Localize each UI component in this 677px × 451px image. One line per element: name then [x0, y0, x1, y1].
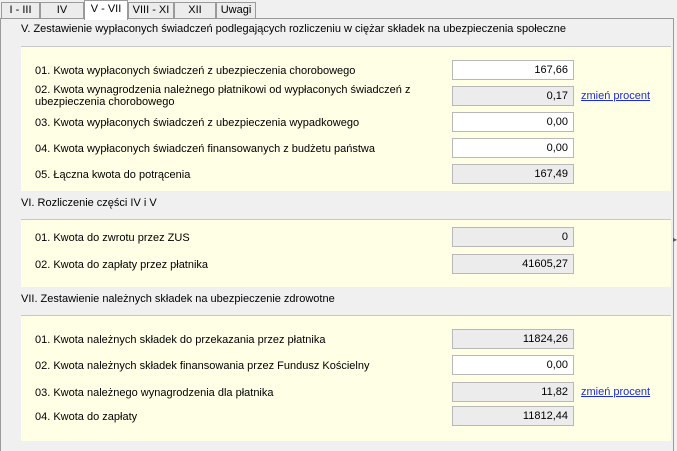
section-v-row-1-field[interactable]: 167,66 — [452, 60, 574, 80]
section-v-row-4-label: 04. Kwota wypłaconych świadczeń finansow… — [35, 143, 375, 155]
section-vii-row-3-field: 11,82 — [452, 382, 574, 402]
tab-bar: I - III IV V - VII VIII - XI XII Uwagi — [0, 0, 677, 20]
tab-panel: V. Zestawienie wypłaconych świadczeń pod… — [0, 18, 674, 451]
section-vii-row-2-label: 02. Kwota należnych składek finansowania… — [35, 360, 370, 372]
section-vii-row-4-field: 11812,44 — [452, 406, 574, 426]
section-vi-header: VI. Rozliczenie części IV i V — [21, 197, 157, 209]
section-v-row-3-field[interactable]: 0,00 — [452, 112, 574, 132]
section-vii-row-1-label: 01. Kwota należnych składek do przekazan… — [35, 334, 326, 346]
section-v-row-1-label: 01. Kwota wypłaconych świadczeń z ubezpi… — [35, 65, 356, 77]
section-vii-row-3-label: 03. Kwota należnego wynagrodzenia dla pł… — [35, 387, 274, 399]
change-percent-link-1[interactable]: zmień procent — [581, 90, 650, 102]
section-vi-row-1-label: 01. Kwota do zwrotu przez ZUS — [35, 232, 190, 244]
section-vi-row-2-label: 02. Kwota do zapłaty przez płatnika — [35, 259, 209, 271]
tab-v-vii[interactable]: V - VII — [84, 0, 128, 20]
section-vi-row-2-field: 41605,27 — [452, 254, 574, 274]
section-v-row-5-label: 05. Łączna kwota do potrącenia — [35, 169, 191, 181]
section-vii-row-2-field[interactable]: 0,00 — [452, 355, 574, 375]
tab-iv[interactable]: IV — [40, 2, 84, 19]
section-vi-row-1-field: 0 — [452, 227, 574, 247]
section-v-row-3-label: 03. Kwota wypłaconych świadczeń z ubezpi… — [35, 117, 360, 129]
section-v-row-2-field: 0,17 — [452, 86, 574, 106]
tab-uwagi[interactable]: Uwagi — [216, 2, 256, 19]
section-v-row-2-label: 02. Kwota wynagrodzenia należnego płatni… — [35, 84, 411, 108]
scroll-grip-icon: ▸ — [673, 235, 677, 244]
section-vii-header: VII. Zestawienie należnych składek na ub… — [21, 293, 335, 305]
tab-xii[interactable]: XII — [174, 2, 216, 19]
section-v-row-4-field[interactable]: 0,00 — [452, 138, 574, 158]
change-percent-link-2[interactable]: zmień procent — [581, 386, 650, 398]
tab-viii-xi[interactable]: VIII - XI — [128, 2, 174, 19]
section-v-row-5-field: 167,49 — [452, 164, 574, 184]
section-vii-row-4-label: 04. Kwota do zapłaty — [35, 411, 138, 423]
tab-i-iii[interactable]: I - III — [1, 2, 40, 19]
section-vii-row-1-field: 11824,26 — [452, 329, 574, 349]
section-v-header: V. Zestawienie wypłaconych świadczeń pod… — [21, 23, 567, 35]
